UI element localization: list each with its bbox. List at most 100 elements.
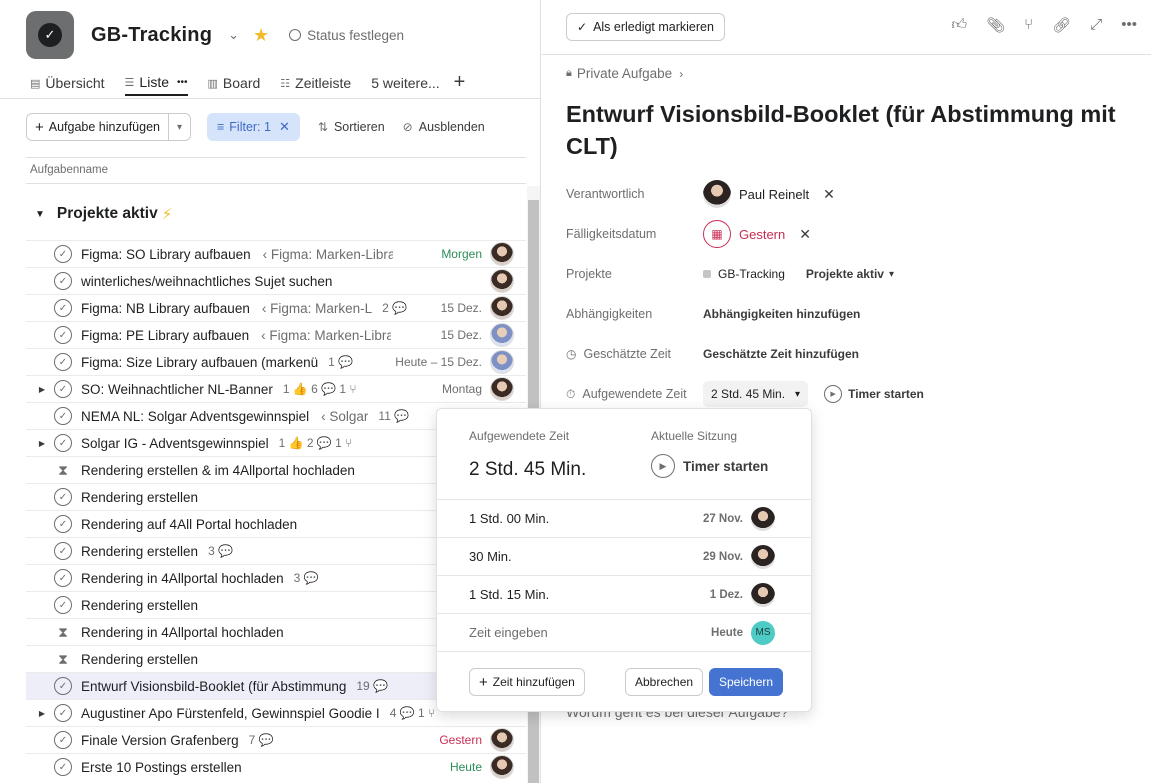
expand-triangle-icon[interactable]: ▶: [34, 709, 50, 718]
task-name[interactable]: Rendering erstellen: [81, 652, 198, 667]
complete-checkbox-icon[interactable]: ✓: [54, 326, 72, 344]
add-task-button[interactable]: + Aufgabe hinzufügen: [26, 113, 169, 141]
task-name[interactable]: Rendering erstellen: [81, 598, 198, 613]
complete-checkbox-icon[interactable]: ✓: [54, 380, 72, 398]
due-date[interactable]: Heute: [450, 760, 482, 774]
time-entry[interactable]: 1 Std. 15 Min. 1 Dez.: [437, 575, 811, 613]
remove-assignee-icon[interactable]: ✕: [823, 186, 835, 203]
parent-task-link[interactable]: ‹ Figma: Marken-Librai: [263, 247, 393, 262]
complete-checkbox-icon[interactable]: ✓: [54, 515, 72, 533]
task-name[interactable]: Erste 10 Postings erstellen: [81, 760, 242, 775]
table-row[interactable]: ✓ Figma: SO Library aufbauen ‹ Figma: Mark…: [26, 240, 526, 267]
add-dependencies-button[interactable]: Abhängigkeiten hinzufügen: [703, 307, 860, 321]
complete-checkbox-icon[interactable]: ✓: [54, 677, 72, 695]
due-date[interactable]: Gestern: [439, 733, 482, 747]
due-date[interactable]: 15 Dez.: [441, 328, 482, 342]
hourglass-icon[interactable]: ⧗: [54, 650, 72, 668]
parent-task-link[interactable]: ‹ Figma: Marken-L: [262, 301, 372, 316]
table-row[interactable]: ✓ Erste 10 Postings erstellen Heute: [26, 753, 526, 780]
table-row[interactable]: ▶ ✓ SO: Weihnachtlicher NL-Banner 1 👍 6 💬 1…: [26, 375, 526, 402]
entry-date[interactable]: Heute: [711, 627, 743, 639]
complete-checkbox-icon[interactable]: ✓: [54, 353, 72, 371]
task-name[interactable]: Augustiner Apo Fürstenfeld, Gewinnspiel …: [81, 706, 380, 721]
avatar[interactable]: [490, 377, 514, 401]
complete-checkbox-icon[interactable]: ✓: [54, 596, 72, 614]
link-icon[interactable]: 🔗︎: [1052, 16, 1071, 34]
task-name[interactable]: Figma: SO Library aufbauen: [81, 247, 251, 262]
task-name[interactable]: Rendering in 4Allportal hochladen: [81, 625, 284, 640]
due-date[interactable]: Heute – 15 Dez.: [395, 355, 482, 369]
expand-triangle-icon[interactable]: ▶: [34, 439, 50, 448]
parent-task-link[interactable]: ‹ Figma: Marken-Librai: [261, 328, 391, 343]
avatar[interactable]: [490, 242, 514, 266]
tab-list[interactable]: ☰ Liste •••: [124, 70, 188, 96]
task-name[interactable]: winterliches/weihnachtliches Sujet suche…: [81, 274, 332, 289]
task-name[interactable]: Rendering in 4Allportal hochladen: [81, 571, 284, 586]
more-icon[interactable]: •••: [1121, 16, 1137, 34]
task-name[interactable]: Rendering erstellen: [81, 544, 198, 559]
assignee-name[interactable]: Paul Reinelt: [739, 187, 809, 202]
chevron-down-icon[interactable]: ⌄: [228, 27, 239, 43]
popover-start-timer-button[interactable]: ▶ Timer starten: [651, 454, 768, 478]
complete-checkbox-icon[interactable]: ✓: [54, 407, 72, 425]
task-name[interactable]: Figma: PE Library aufbauen: [81, 328, 249, 343]
table-row[interactable]: ✓ Finale Version Grafenberg 7 💬 Gestern: [26, 726, 526, 753]
project-link[interactable]: GB-Tracking: [718, 267, 785, 281]
task-name[interactable]: Figma: Size Library aufbauen (markenü: [81, 355, 318, 370]
avatar[interactable]: [490, 323, 514, 347]
clear-due-icon[interactable]: ✕: [799, 226, 811, 243]
add-tab-icon[interactable]: +: [454, 70, 466, 94]
mark-complete-button[interactable]: ✓ Als erledigt markieren: [566, 13, 725, 41]
due-date[interactable]: Montag: [442, 382, 482, 396]
cancel-button[interactable]: Abbrechen: [625, 668, 704, 696]
expand-icon[interactable]: ⤢: [1090, 16, 1102, 34]
hourglass-icon[interactable]: ⧗: [54, 623, 72, 641]
add-time-button[interactable]: + Zeit hinzufügen: [469, 668, 585, 696]
table-row[interactable]: ✓ Figma: Size Library aufbauen (markenü 1 …: [26, 348, 526, 375]
task-name[interactable]: Rendering erstellen & im 4Allportal hoch…: [81, 463, 355, 478]
sort-button[interactable]: ⇅ Sortieren: [318, 120, 385, 134]
task-title[interactable]: Entwurf Visionsbild-Booklet (für Abstimm…: [566, 98, 1126, 162]
complete-checkbox-icon[interactable]: ✓: [54, 704, 72, 722]
complete-checkbox-icon[interactable]: ✓: [54, 731, 72, 749]
project-icon[interactable]: ✓: [26, 11, 74, 59]
task-name[interactable]: Entwurf Visionsbild-Booklet (für Abstimm…: [81, 679, 346, 694]
time-spent-dropdown[interactable]: 2 Std. 45 Min. ▾: [703, 381, 809, 407]
parent-task-link[interactable]: ‹ Solgar: [321, 409, 368, 424]
time-entry[interactable]: 1 Std. 00 Min. 27 Nov.: [437, 499, 811, 537]
breadcrumb[interactable]: 🔒︎ Private Aufgabe ›: [566, 66, 683, 81]
time-input[interactable]: Zeit eingeben: [469, 625, 548, 640]
section-header[interactable]: ▼ Projekte aktiv ⚡: [26, 200, 172, 228]
add-task-dropdown[interactable]: ▾: [168, 113, 191, 141]
tab-timeline[interactable]: ☷ Zeitleiste: [280, 70, 351, 96]
task-name[interactable]: NEMA NL: Solgar Adventsgewinnspiel: [81, 409, 309, 424]
due-date[interactable]: Morgen: [441, 247, 482, 261]
task-name[interactable]: Finale Version Grafenberg: [81, 733, 239, 748]
time-entry[interactable]: 30 Min. 29 Nov.: [437, 537, 811, 575]
chevron-down-icon[interactable]: ▾: [889, 269, 894, 280]
star-icon[interactable]: ★: [253, 25, 269, 46]
hide-button[interactable]: ⊘ Ausblenden: [403, 120, 485, 134]
collapse-triangle-icon[interactable]: ▼: [35, 209, 45, 220]
complete-checkbox-icon[interactable]: ✓: [54, 758, 72, 776]
complete-checkbox-icon[interactable]: ✓: [54, 434, 72, 452]
table-row[interactable]: ✓ Figma: PE Library aufbauen ‹ Figma: Mark…: [26, 321, 526, 348]
complete-checkbox-icon[interactable]: ✓: [54, 569, 72, 587]
start-timer-button[interactable]: ▶ Timer starten: [824, 385, 924, 403]
complete-checkbox-icon[interactable]: ✓: [54, 245, 72, 263]
task-name[interactable]: Rendering erstellen: [81, 490, 198, 505]
avatar[interactable]: [490, 269, 514, 293]
task-name[interactable]: Figma: NB Library aufbauen: [81, 301, 250, 316]
like-icon[interactable]: 👍︎: [951, 16, 967, 34]
expand-triangle-icon[interactable]: ▶: [34, 385, 50, 394]
avatar[interactable]: [490, 728, 514, 752]
task-name[interactable]: SO: Weihnachtlicher NL-Banner: [81, 382, 273, 397]
avatar[interactable]: [490, 296, 514, 320]
add-estimate-button[interactable]: Geschätzte Zeit hinzufügen: [703, 347, 859, 361]
due-date[interactable]: 15 Dez.: [441, 301, 482, 315]
task-name[interactable]: Solgar IG - Adventsgewinnspiel: [81, 436, 269, 451]
complete-checkbox-icon[interactable]: ✓: [54, 542, 72, 560]
more-icon[interactable]: •••: [177, 77, 188, 88]
tab-more[interactable]: 5 weitere...: [371, 70, 439, 96]
attachment-icon[interactable]: 📎︎: [986, 16, 1005, 34]
